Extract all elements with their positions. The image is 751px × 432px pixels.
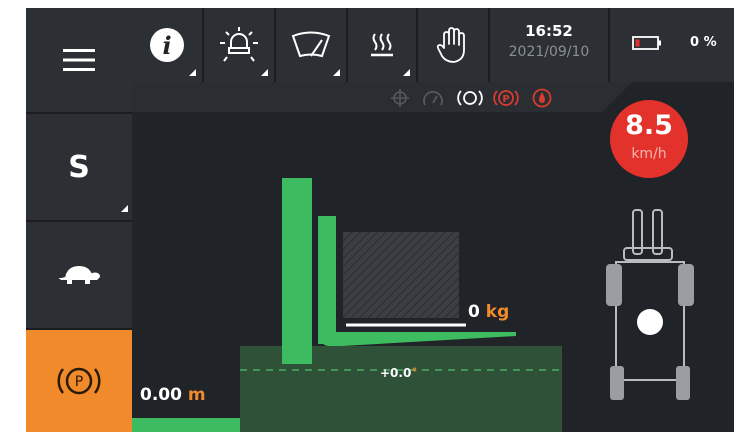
parking-brake-icon: P <box>57 367 101 395</box>
wiper-icon <box>291 31 331 58</box>
hand-control-icon <box>436 27 465 63</box>
battery-panel: 0 % <box>610 8 734 82</box>
height-unit: m <box>187 385 206 405</box>
svg-text:i: i <box>162 31 171 60</box>
menu-button[interactable] <box>26 8 132 114</box>
work-light-button[interactable] <box>204 8 276 82</box>
speed-unit: km/h <box>631 146 667 162</box>
wiper-button[interactable] <box>276 8 348 82</box>
parking-brake-button[interactable]: P <box>26 330 132 432</box>
mast <box>282 178 312 364</box>
tilt-readout: +0.0° <box>380 366 417 380</box>
battery-icon <box>632 36 661 50</box>
speed-badge: 8.5 km/h <box>610 100 688 178</box>
oil-warning-icon <box>532 88 552 108</box>
gear-select-button[interactable]: S <box>26 114 132 222</box>
heater-button[interactable] <box>348 8 418 82</box>
clock-time: 16:52 <box>525 22 573 40</box>
gauge-icon <box>423 91 443 106</box>
battery-percent: 0 % <box>690 35 717 50</box>
brake-circle-icon <box>457 90 483 106</box>
dropdown-indicator <box>403 69 410 76</box>
height-bar <box>132 418 240 432</box>
dropdown-indicator <box>333 69 340 76</box>
height-readout: 0.00 m <box>140 385 206 405</box>
info-button[interactable]: i <box>132 8 204 82</box>
fork-tine <box>318 318 516 346</box>
tilt-unit: ° <box>411 366 418 380</box>
work-light-icon <box>220 27 258 62</box>
dropdown-indicator <box>189 69 196 76</box>
gear-label: S <box>68 149 90 185</box>
tilt-value: +0.0 <box>380 366 412 380</box>
svg-text:P: P <box>75 374 83 390</box>
menu-icon <box>63 49 95 71</box>
load-block <box>343 232 459 318</box>
dropdown-indicator <box>121 205 128 212</box>
clock-date: 2021/09/10 <box>508 44 590 60</box>
height-value: 0.00 <box>140 385 182 405</box>
turtle-mode-button[interactable] <box>26 222 132 330</box>
info-icon: i <box>150 28 184 62</box>
fork-diagram <box>132 178 562 432</box>
parking-warning-icon: P <box>493 90 519 106</box>
forklift-topview <box>606 209 694 400</box>
speed-value: 8.5 <box>625 110 673 141</box>
target-icon <box>391 89 409 107</box>
forklift-display: S P i 16:52 2021/09/10 0 % P 8.5 km/h 0 … <box>26 8 734 432</box>
clock-panel: 16:52 2021/09/10 <box>490 8 610 82</box>
heater-icon <box>371 33 393 57</box>
load-unit: kg <box>485 302 510 322</box>
turtle-icon <box>58 266 100 284</box>
hand-control-button[interactable] <box>418 8 490 82</box>
load-readout: 0 kg <box>468 302 509 322</box>
load-value: 0 <box>468 302 480 322</box>
svg-text:P: P <box>502 94 509 105</box>
fork-carriage <box>318 216 336 344</box>
dropdown-indicator <box>261 69 268 76</box>
